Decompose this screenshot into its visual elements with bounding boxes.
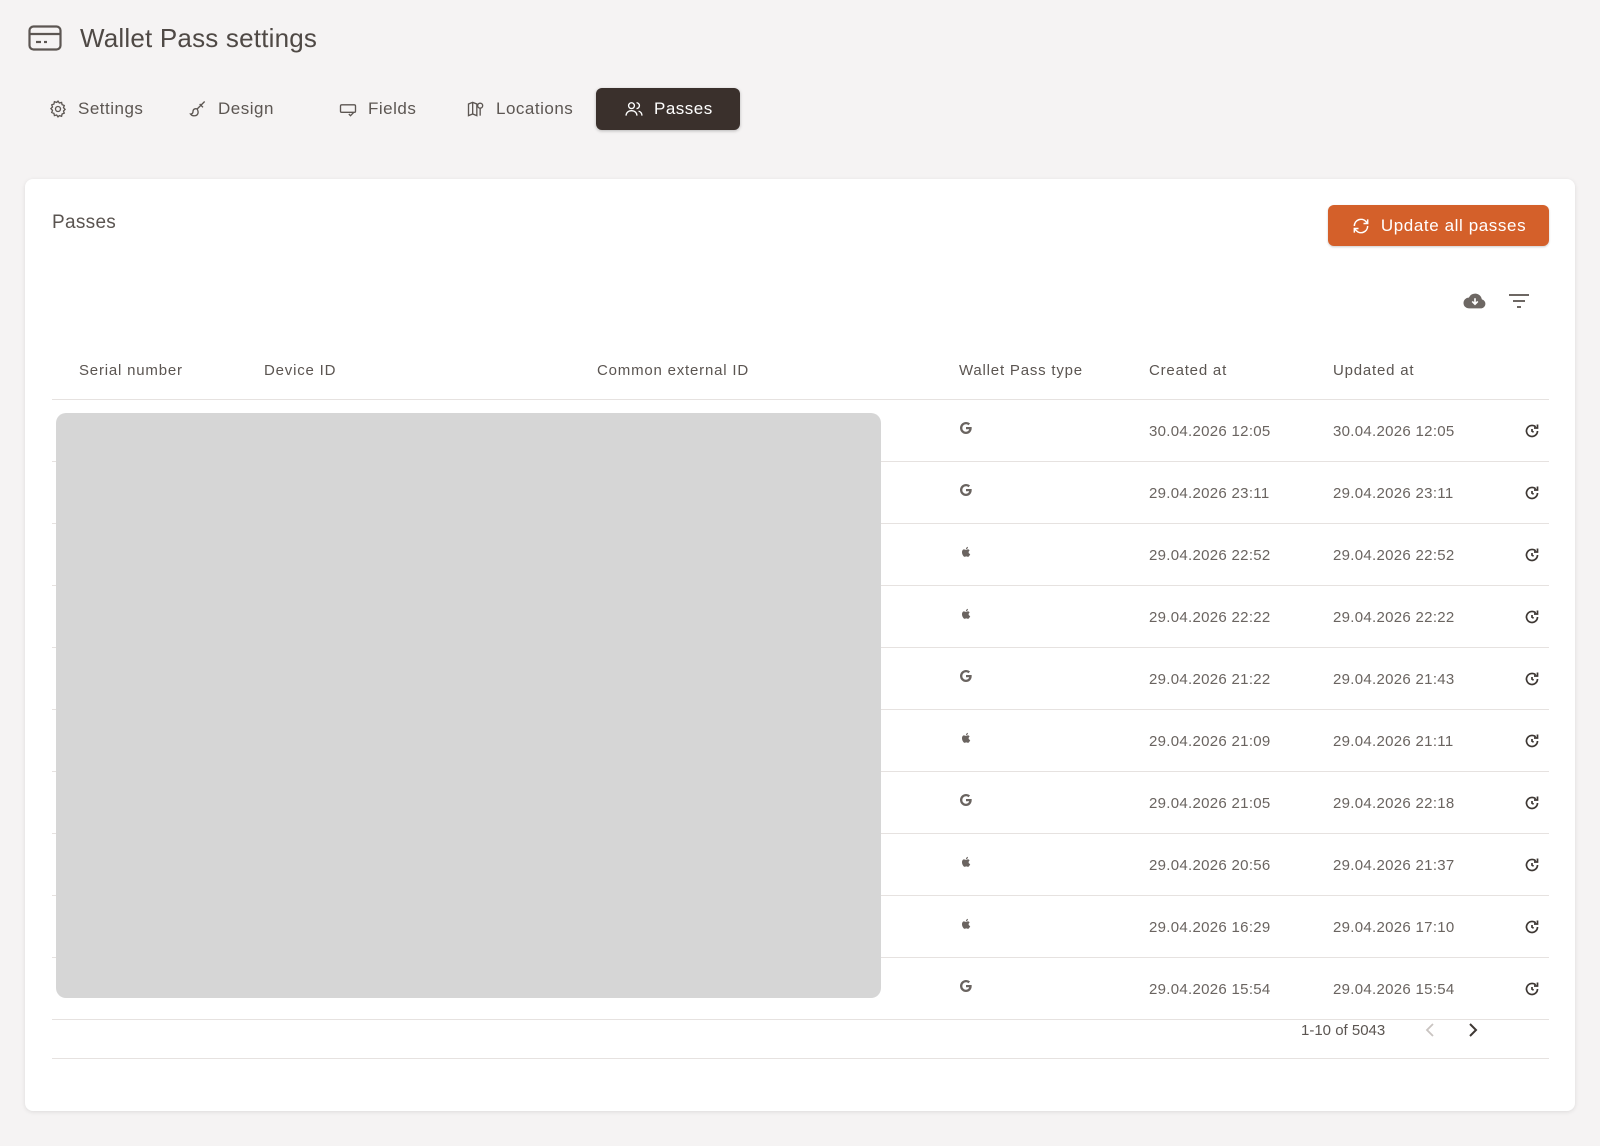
cloud-download-icon[interactable] [1463, 289, 1487, 313]
updated-at-cell: 30.04.2026 12:05 [1333, 422, 1455, 440]
map-pin-icon [467, 101, 484, 117]
google-icon [959, 400, 973, 462]
pagination-range: 1-10 of 5043 [1301, 1021, 1386, 1039]
tab-locations[interactable]: Locations [448, 88, 594, 130]
refresh-pass-icon[interactable] [1523, 834, 1541, 896]
tab-bar: Settings Design Fields Locations Passes [30, 88, 740, 130]
page-title: Wallet Pass settings [80, 22, 318, 53]
tab-label: Fields [368, 99, 417, 118]
pagination: 1-10 of 5043 [52, 1001, 1549, 1059]
created-at-cell: 29.04.2026 21:05 [1149, 794, 1271, 812]
google-icon [959, 772, 973, 834]
apple-icon [959, 586, 973, 648]
apple-icon [959, 896, 973, 958]
table-toolbar [1463, 289, 1531, 313]
refresh-pass-icon[interactable] [1523, 400, 1541, 462]
next-page-icon[interactable] [1461, 1018, 1485, 1042]
created-at-cell: 29.04.2026 21:22 [1149, 670, 1271, 688]
column-header-created-at[interactable]: Created at [1149, 362, 1227, 379]
created-at-cell: 29.04.2026 22:22 [1149, 608, 1271, 626]
refresh-pass-icon[interactable] [1523, 524, 1541, 586]
table-header: Serial number Device ID Common external … [52, 342, 1549, 400]
tab-label: Locations [496, 99, 574, 118]
tab-settings[interactable]: Settings [30, 88, 162, 130]
credit-card-icon [28, 24, 62, 52]
column-header-device-id[interactable]: Device ID [264, 362, 336, 379]
tab-design[interactable]: Design [170, 88, 320, 130]
updated-at-cell: 29.04.2026 21:43 [1333, 670, 1455, 688]
refresh-pass-icon[interactable] [1523, 462, 1541, 524]
tab-label: Settings [78, 99, 144, 118]
redacted-area [56, 413, 881, 998]
filter-icon[interactable] [1507, 289, 1531, 313]
created-at-cell: 30.04.2026 12:05 [1149, 422, 1271, 440]
apple-icon [959, 710, 973, 772]
tab-passes[interactable]: Passes [596, 88, 740, 130]
previous-page-icon[interactable] [1418, 1018, 1442, 1042]
column-header-updated-at[interactable]: Updated at [1333, 362, 1414, 379]
tab-fields[interactable]: Fields [320, 88, 448, 130]
passes-card: Passes Update all passes Serial number D… [25, 179, 1575, 1111]
google-icon [959, 648, 973, 710]
refresh-icon [1353, 218, 1369, 233]
updated-at-cell: 29.04.2026 23:11 [1333, 484, 1454, 502]
created-at-cell: 29.04.2026 20:56 [1149, 856, 1271, 874]
tab-label: Design [218, 99, 274, 118]
created-at-cell: 29.04.2026 21:09 [1149, 732, 1271, 750]
card-title: Passes [52, 212, 117, 233]
created-at-cell: 29.04.2026 22:52 [1149, 546, 1271, 564]
column-header-wallet-pass-type[interactable]: Wallet Pass type [959, 362, 1083, 379]
gear-icon [49, 100, 67, 118]
users-icon [625, 102, 643, 116]
updated-at-cell: 29.04.2026 17:10 [1333, 918, 1455, 936]
field-icon [339, 104, 357, 117]
update-all-passes-label: Update all passes [1380, 215, 1527, 235]
updated-at-cell: 29.04.2026 21:37 [1333, 856, 1455, 874]
refresh-pass-icon[interactable] [1523, 710, 1541, 772]
update-all-passes-button[interactable]: Update all passes [1328, 205, 1549, 246]
updated-at-cell: 29.04.2026 22:18 [1333, 794, 1455, 812]
updated-at-cell: 29.04.2026 22:22 [1333, 608, 1455, 626]
column-header-serial-number[interactable]: Serial number [79, 362, 183, 379]
page-header: Wallet Pass settings [28, 22, 317, 54]
updated-at-cell: 29.04.2026 21:11 [1333, 732, 1454, 750]
tab-label: Passes [654, 99, 713, 118]
refresh-pass-icon[interactable] [1523, 586, 1541, 648]
created-at-cell: 29.04.2026 23:11 [1149, 484, 1270, 502]
refresh-pass-icon[interactable] [1523, 896, 1541, 958]
apple-icon [959, 834, 973, 896]
brush-icon [189, 101, 206, 117]
column-header-common-external-id[interactable]: Common external ID [597, 362, 749, 379]
updated-at-cell: 29.04.2026 22:52 [1333, 546, 1455, 564]
refresh-pass-icon[interactable] [1523, 772, 1541, 834]
google-icon [959, 462, 973, 524]
refresh-pass-icon[interactable] [1523, 648, 1541, 710]
apple-icon [959, 524, 973, 586]
created-at-cell: 29.04.2026 16:29 [1149, 918, 1271, 936]
